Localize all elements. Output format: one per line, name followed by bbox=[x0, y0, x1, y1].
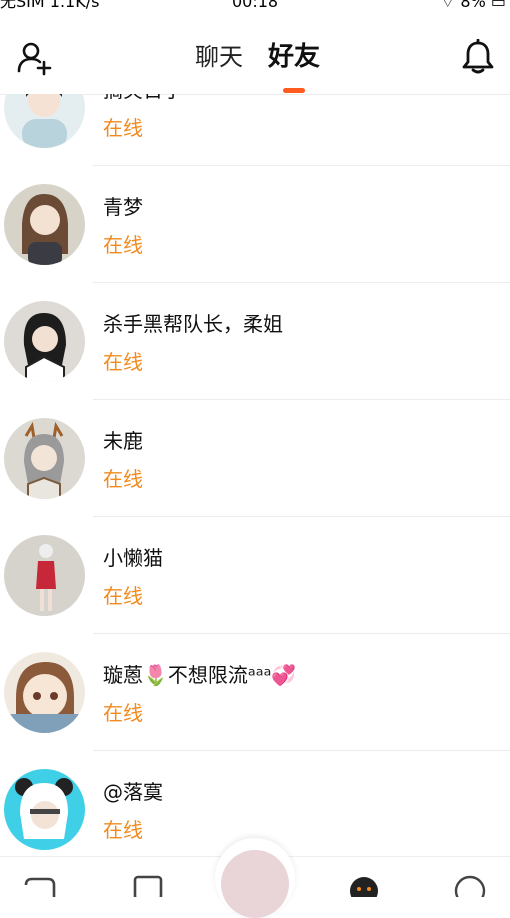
friend-status: 在线 bbox=[103, 350, 143, 374]
bell-icon[interactable] bbox=[461, 39, 495, 75]
friend-status: 在线 bbox=[103, 584, 143, 608]
friend-status: 在线 bbox=[103, 233, 143, 257]
friend-item[interactable]: 小懒猫 在线 bbox=[0, 517, 510, 634]
status-bar: 无SIM 1.1K/s 00:18 ⌔ 8% ▭ bbox=[0, 0, 510, 14]
avatar[interactable] bbox=[4, 301, 85, 382]
profile-icon[interactable] bbox=[452, 871, 488, 897]
header-tabs: 聊天 好友 bbox=[0, 14, 510, 94]
friend-status: 在线 bbox=[103, 818, 143, 842]
message-icon[interactable] bbox=[130, 871, 166, 897]
avatar bbox=[221, 850, 289, 918]
active-tab-indicator bbox=[283, 88, 305, 93]
friend-name: 青梦 bbox=[103, 195, 143, 219]
friend-status: 在线 bbox=[103, 116, 143, 140]
battery-icon: ▭ bbox=[490, 0, 506, 11]
avatar[interactable] bbox=[4, 94, 85, 148]
friend-item[interactable]: 未鹿 在线 bbox=[0, 400, 510, 517]
avatar[interactable] bbox=[4, 184, 85, 265]
tab-friends[interactable]: 好友 bbox=[268, 42, 320, 72]
avatar[interactable] bbox=[4, 769, 85, 850]
friend-item[interactable]: 青梦 在线 bbox=[0, 166, 510, 283]
battery-percent: 8% bbox=[460, 0, 486, 11]
emoji-icon[interactable] bbox=[346, 871, 382, 897]
avatar[interactable] bbox=[4, 535, 85, 616]
friend-list[interactable]: 搞笑日子 在线 青梦 在线 杀手黑帮队长，柔姐 在线 未鹿 在线 小懒猫 bbox=[0, 94, 510, 854]
friend-name: 杀手黑帮队长，柔姐 bbox=[103, 312, 283, 336]
friend-item[interactable]: 搞笑日子 在线 bbox=[0, 94, 510, 166]
gamepad-icon[interactable] bbox=[22, 871, 58, 897]
avatar[interactable] bbox=[4, 652, 85, 733]
friend-status: 在线 bbox=[103, 467, 143, 491]
friend-item[interactable]: 杀手黑帮队长，柔姐 在线 bbox=[0, 283, 510, 400]
friend-name: 未鹿 bbox=[103, 429, 143, 453]
wifi-icon: ⌔ bbox=[440, 0, 456, 11]
friend-name: 璇蒽🌷不想限流ᵃᵃᵃ💞 bbox=[103, 663, 297, 687]
status-carrier: 无SIM 1.1K/s bbox=[0, 0, 100, 11]
status-battery: ⌔ 8% ▭ bbox=[440, 0, 506, 11]
center-avatar-button[interactable] bbox=[215, 838, 295, 918]
friend-name: @落寞 bbox=[103, 780, 163, 804]
status-time: 00:18 bbox=[232, 0, 279, 11]
avatar[interactable] bbox=[4, 418, 85, 499]
friend-status: 在线 bbox=[103, 701, 143, 725]
friend-name: 搞笑日子 bbox=[103, 94, 183, 103]
top-header: 聊天 好友 bbox=[0, 14, 510, 95]
tab-chat[interactable]: 聊天 bbox=[195, 42, 243, 72]
friend-item[interactable]: 璇蒽🌷不想限流ᵃᵃᵃ💞 在线 bbox=[0, 634, 510, 751]
friend-name: 小懒猫 bbox=[103, 546, 163, 570]
